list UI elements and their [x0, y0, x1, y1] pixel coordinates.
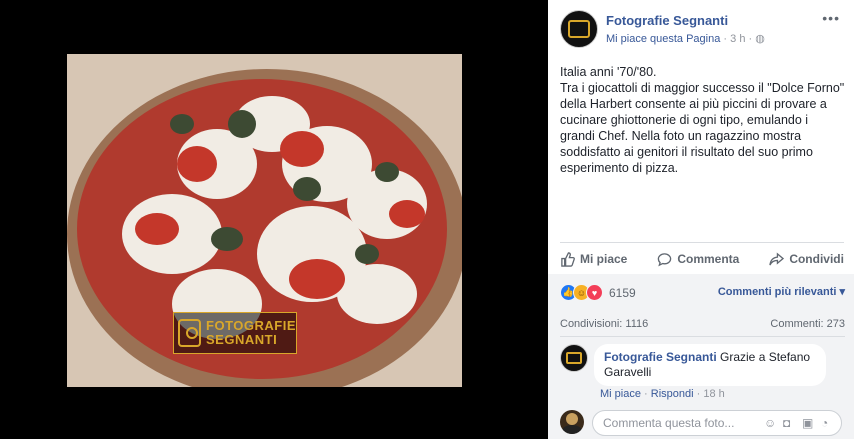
- composer-icons: ☺ ◘ ▣ ◔: [757, 417, 833, 429]
- reaction-count: 6159: [609, 285, 636, 300]
- like-button[interactable]: Mi piace: [560, 251, 628, 267]
- watermark-line2: SEGNANTI: [206, 332, 278, 347]
- divider: [560, 336, 845, 337]
- post-actions-bar: Mi piace Commenta Condividi: [560, 242, 844, 276]
- post-header: Fotografie Segnanti Mi piace questa Pagi…: [560, 10, 844, 50]
- comment-avatar[interactable]: [560, 344, 588, 372]
- page-name-link[interactable]: Fotografie Segnanti: [606, 13, 728, 28]
- post-text-line: Italia anni '70/'80.: [560, 65, 657, 79]
- comments-count[interactable]: Commenti: 273: [770, 318, 845, 330]
- post-stats: Condivisioni: 1116 Commenti: 273: [560, 318, 845, 330]
- feedback-section: 👍 ☺ ♥ 6159 Commenti più rilevanti ▾ Cond…: [548, 274, 854, 439]
- shares-count[interactable]: Condivisioni: 1116: [560, 318, 648, 330]
- page-avatar[interactable]: [560, 10, 598, 48]
- more-options-button[interactable]: •••: [822, 10, 840, 26]
- watermark-line1: FOTOGRAFIE: [206, 318, 296, 333]
- camera-logo-icon: [178, 319, 202, 347]
- comment-like-link[interactable]: Mi piace: [600, 388, 641, 400]
- share-icon: [769, 251, 785, 265]
- sticker-icon[interactable]: ◔: [821, 417, 833, 429]
- comment-button-label: Commenta: [677, 252, 740, 266]
- post-text-line: Tra i giocattoli di maggior successo il …: [560, 81, 845, 175]
- share-button[interactable]: Condividi: [769, 251, 844, 267]
- comment-input-box[interactable]: ☺ ◘ ▣ ◔: [592, 410, 842, 436]
- comment-sort-dropdown[interactable]: Commenti più rilevanti ▾: [718, 285, 845, 298]
- comment-bubble: Fotografie Segnanti Grazie a Stefano Gar…: [594, 344, 826, 386]
- globe-icon: ◍: [755, 33, 765, 45]
- thumbs-up-icon: [561, 251, 575, 267]
- comment-composer: ☺ ◘ ▣ ◔: [560, 408, 850, 438]
- post-photo[interactable]: FOTOGRAFIE SEGNANTI: [67, 54, 462, 387]
- comment-reply-link[interactable]: Rispondi: [651, 388, 694, 400]
- comment-icon: [658, 252, 672, 266]
- post-text: Italia anni '70/'80. Tra i giocattoli di…: [560, 64, 846, 176]
- comment-input[interactable]: [601, 415, 745, 431]
- comment-actions: Mi piace · Rispondi · 18 h: [600, 388, 725, 400]
- camera-icon[interactable]: ◘: [783, 417, 795, 429]
- love-reaction-icon: ♥: [586, 284, 603, 301]
- post-meta: Mi piace questa Pagina · 3 h · ◍: [606, 32, 765, 45]
- watermark: FOTOGRAFIE SEGNANTI: [173, 312, 297, 354]
- gif-icon[interactable]: ▣: [802, 417, 814, 429]
- photo-viewer: FOTOGRAFIE SEGNANTI: [0, 0, 548, 439]
- post-time[interactable]: · 3 h ·: [723, 33, 752, 45]
- comment-time[interactable]: 18 h: [703, 388, 724, 400]
- reactions-summary[interactable]: 👍 ☺ ♥ 6159: [560, 284, 636, 301]
- like-button-label: Mi piace: [580, 252, 628, 266]
- post-panel: Fotografie Segnanti Mi piace questa Pagi…: [548, 0, 854, 439]
- user-avatar: [560, 410, 584, 434]
- share-button-label: Condividi: [789, 252, 844, 266]
- comment-author-link[interactable]: Fotografie Segnanti: [604, 350, 717, 364]
- comment-button[interactable]: Commenta: [657, 252, 739, 267]
- watermark-text: FOTOGRAFIE SEGNANTI: [206, 319, 296, 347]
- like-page-link[interactable]: Mi piace questa Pagina: [606, 33, 720, 45]
- emoji-icon[interactable]: ☺: [764, 417, 776, 429]
